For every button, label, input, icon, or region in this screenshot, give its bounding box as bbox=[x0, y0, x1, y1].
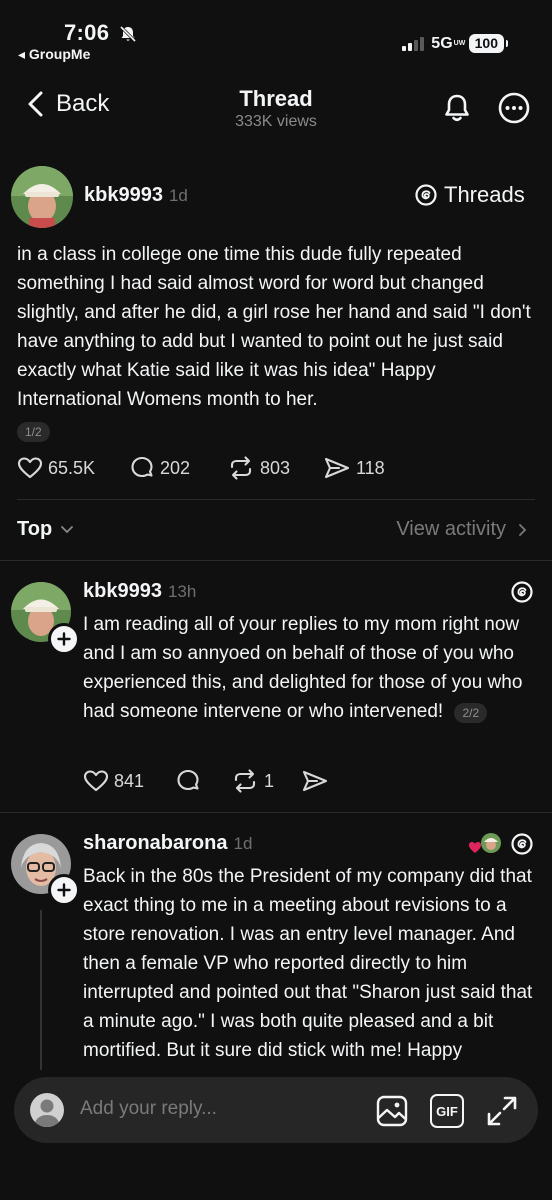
send-icon bbox=[324, 457, 350, 479]
reply-header: sharonabarona 1d bbox=[83, 832, 252, 855]
threads-logo-icon[interactable] bbox=[510, 832, 534, 856]
avatar[interactable] bbox=[11, 166, 73, 228]
sort-dropdown[interactable]: Top bbox=[17, 518, 74, 541]
threads-logo-icon[interactable] bbox=[510, 580, 534, 604]
chevron-right-icon bbox=[519, 523, 527, 536]
status-time: 7:06 bbox=[64, 20, 110, 45]
heart-icon bbox=[17, 457, 43, 479]
like-button[interactable]: 65.5K bbox=[17, 456, 129, 480]
share-button[interactable] bbox=[301, 769, 329, 793]
heart-icon bbox=[83, 770, 109, 792]
network-indicator: 5G UW bbox=[431, 34, 466, 53]
gif-label: GIF bbox=[436, 1103, 458, 1119]
threads-label: Threads bbox=[444, 182, 525, 207]
more-options-icon[interactable] bbox=[497, 91, 531, 125]
share-count: 118 bbox=[356, 457, 385, 478]
post-body: in a class in college one time this dude… bbox=[17, 244, 531, 410]
author-avatar-icon bbox=[481, 833, 501, 853]
battery-indicator: 100 bbox=[468, 34, 504, 53]
view-activity-link[interactable]: View activity bbox=[396, 518, 527, 541]
repost-count: 1 bbox=[264, 770, 275, 791]
bell-muted-icon bbox=[119, 25, 137, 43]
follow-button[interactable] bbox=[48, 874, 80, 906]
expand-icon[interactable] bbox=[485, 1094, 519, 1128]
reply-actions: 841 1 bbox=[83, 768, 329, 794]
repost-icon bbox=[234, 769, 256, 793]
network-label: 5G bbox=[431, 34, 453, 52]
signal-icon bbox=[402, 36, 425, 51]
comment-count: 202 bbox=[160, 457, 191, 478]
share-button[interactable]: 118 bbox=[323, 456, 385, 480]
divider bbox=[17, 499, 535, 500]
follow-button[interactable] bbox=[48, 623, 80, 655]
threads-link[interactable]: Threads bbox=[414, 182, 525, 208]
reply-username[interactable]: sharonabarona bbox=[83, 832, 227, 855]
threads-logo-icon bbox=[415, 184, 437, 206]
gif-button[interactable]: GIF bbox=[430, 1094, 464, 1128]
plus-icon bbox=[57, 883, 71, 897]
repost-button[interactable]: 1 bbox=[231, 768, 301, 794]
comment-button[interactable] bbox=[175, 768, 231, 794]
bell-icon[interactable] bbox=[440, 91, 474, 125]
post-page-badge: 1/2 bbox=[17, 422, 50, 442]
thread-line bbox=[40, 910, 42, 1070]
reply-time: 13h bbox=[167, 582, 197, 601]
like-button[interactable]: 841 bbox=[83, 769, 175, 793]
sort-label: Top bbox=[17, 518, 53, 540]
person-icon bbox=[35, 1099, 59, 1127]
like-count: 841 bbox=[114, 770, 145, 791]
post-header: kbk9993 1d bbox=[84, 184, 188, 207]
reply-username[interactable]: kbk9993 bbox=[83, 580, 162, 603]
post-actions: 65.5K 202 803 118 bbox=[17, 455, 437, 481]
chevron-down-icon bbox=[61, 525, 74, 533]
repost-count: 803 bbox=[260, 457, 291, 478]
network-sup: UW bbox=[453, 40, 466, 47]
plus-icon bbox=[57, 632, 71, 646]
battery-tip bbox=[506, 40, 508, 47]
comment-button[interactable]: 202 bbox=[129, 455, 227, 481]
reply-body: I am reading all of your replies to my m… bbox=[83, 610, 533, 728]
status-right: 5G UW 100 bbox=[402, 34, 508, 53]
repost-button[interactable]: 803 bbox=[227, 455, 323, 481]
view-activity-label: View activity bbox=[396, 518, 506, 540]
reply-header: kbk9993 13h bbox=[83, 580, 196, 603]
divider bbox=[0, 812, 552, 813]
reply-page-badge: 2/2 bbox=[454, 703, 488, 723]
divider bbox=[0, 560, 552, 561]
avatar-image bbox=[11, 166, 73, 228]
user-avatar-placeholder bbox=[30, 1093, 64, 1127]
send-icon bbox=[302, 770, 328, 792]
post-username[interactable]: kbk9993 bbox=[84, 184, 163, 207]
reply-input[interactable]: Add your reply... bbox=[80, 1098, 217, 1120]
image-icon[interactable] bbox=[375, 1094, 409, 1128]
post-time: 1d bbox=[168, 186, 188, 205]
repost-icon bbox=[230, 456, 252, 480]
comment-icon bbox=[131, 456, 153, 478]
reply-time: 1d bbox=[233, 834, 253, 853]
like-count: 65.5K bbox=[48, 457, 96, 478]
comment-icon bbox=[177, 769, 199, 791]
liked-by-author bbox=[468, 832, 502, 854]
back-to-app-link[interactable]: ◂ GroupMe bbox=[18, 46, 90, 63]
reply-body: Back in the 80s the President of my comp… bbox=[83, 866, 533, 1070]
